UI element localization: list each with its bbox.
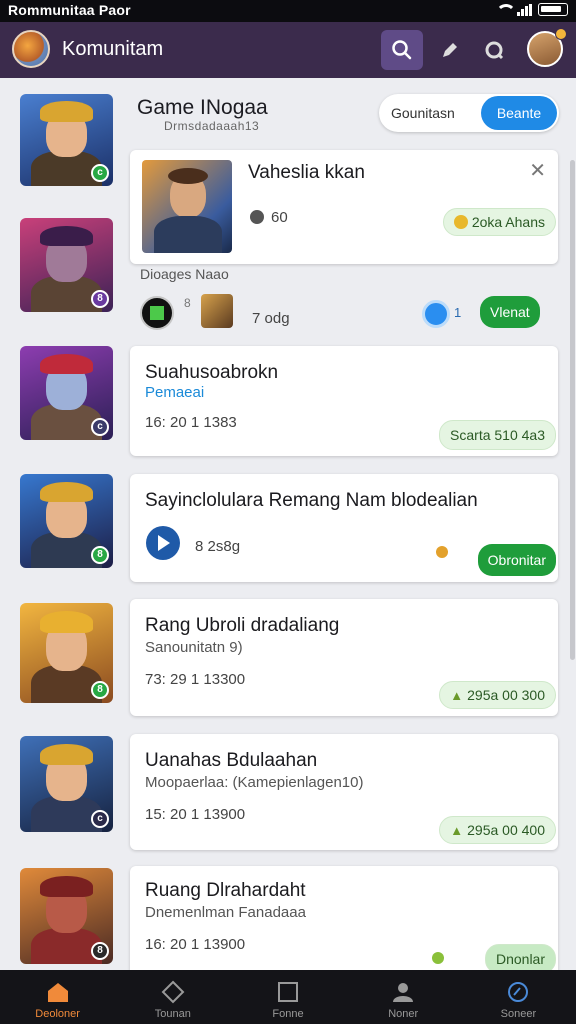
card-sub: Moopaerlaa: (Kamepienlagen10)	[145, 774, 364, 791]
app-header: Komunitam	[0, 22, 576, 78]
search-button[interactable]	[381, 30, 423, 70]
card-title: Suahusoabrokn	[145, 362, 279, 383]
hero-thumb[interactable]: c	[20, 346, 113, 440]
card-title: Uanahas Bdulaahan	[145, 750, 318, 771]
separator: 8	[184, 296, 191, 310]
card-meta: 15: 20 1 13900	[145, 806, 246, 823]
nav-item-tournament[interactable]: Tounan	[115, 970, 230, 1024]
card-title: Sayinclolulara Remang Nam blodealian	[145, 490, 478, 511]
share-count: 1	[454, 305, 462, 320]
share-icon[interactable]	[422, 300, 450, 328]
coin-icon	[453, 215, 468, 229]
reward-pill: 2oka Ahans	[442, 208, 556, 236]
chat-button[interactable]	[473, 30, 515, 70]
status-title: Rommunitaa Paor	[8, 2, 131, 18]
list-card[interactable]: Uanahas Bdulaahan Moopaerlaa: (Kamepienl…	[130, 734, 558, 850]
card-meta: 73: 29 1 13300	[145, 671, 246, 688]
signal-icon	[517, 3, 532, 16]
profile-icon	[393, 983, 414, 1002]
trend-icon: ▲	[450, 822, 464, 838]
scrollbar[interactable]	[570, 160, 575, 660]
play-icon[interactable]	[146, 526, 180, 560]
battery-icon	[538, 3, 568, 16]
tab-active[interactable]: Beante	[481, 96, 557, 130]
hero-thumb[interactable]: 8	[20, 868, 113, 964]
pen-icon	[443, 43, 457, 57]
close-icon[interactable]: ✕	[529, 158, 546, 183]
reward-pill: ▲ 295a 00 300	[439, 681, 556, 709]
reward-pill: Scarta 510 4a3	[439, 420, 556, 450]
music-icon	[436, 546, 448, 558]
trend-icon: ▲	[450, 687, 464, 703]
app-logo[interactable]	[12, 30, 50, 68]
card-meta: 8 2s8g	[195, 538, 241, 555]
music-icon	[432, 952, 444, 964]
list-card[interactable]: Ruang Dlrahardaht Dnemenlman Fanadaaa 16…	[130, 866, 558, 976]
bottom-nav: Deoloner Tounan Fonne Noner Soneer	[0, 970, 576, 1024]
hero-badge: 8	[91, 546, 109, 564]
compose-button[interactable]	[429, 30, 471, 70]
hero-thumb[interactable]: 8	[20, 603, 113, 703]
row-count: 7 odg	[252, 310, 290, 327]
card-sub: Sanounitatn 9)	[145, 639, 243, 656]
hero-badge: 8	[91, 290, 109, 308]
app-title: Komunitam	[62, 38, 164, 60]
hero-badge: c	[91, 164, 109, 182]
status-bar: Rommunitaa Paor	[0, 0, 576, 22]
compass-icon	[508, 982, 529, 1002]
hero-thumb[interactable]: c	[20, 94, 113, 186]
hero-badge: c	[91, 810, 109, 828]
tab-inactive[interactable]: Gounitasn	[391, 105, 455, 121]
card-title: Rang Ubroli dradaliang	[145, 615, 340, 636]
row-label: Dioages Naao	[140, 266, 229, 282]
hero-thumb[interactable]: c	[20, 736, 113, 832]
hero-badge: c	[91, 418, 109, 436]
section-subtitle: Drmsdadaaah13	[164, 119, 260, 133]
view-icon	[250, 210, 264, 224]
search-icon	[392, 40, 412, 60]
hero-mini-avatar[interactable]	[201, 294, 233, 328]
square-icon	[278, 982, 298, 1002]
nav-item-profile[interactable]: Noner	[346, 970, 461, 1024]
nav-item-home[interactable]: Deoloner	[0, 970, 115, 1024]
list-card[interactable]: Suahusoabrokn Pemaeai 16: 20 1 1383 Scar…	[130, 346, 558, 456]
card-title: Ruang Dlrahardaht	[145, 880, 306, 901]
reward-pill: ▲ 295a 00 400	[439, 816, 556, 844]
list-card[interactable]: Rang Ubroli dradaliang Sanounitatn 9) 73…	[130, 599, 558, 716]
card-meta: 16: 20 1 1383	[145, 414, 237, 431]
action-button[interactable]: Obronitar	[477, 544, 556, 576]
filter-tabs: Gounitasn Beante	[379, 94, 559, 132]
hero-thumb[interactable]: 8	[20, 218, 113, 312]
hero-badge: 8	[91, 681, 109, 699]
wifi-icon	[495, 3, 516, 16]
card-title: Vaheslia kkan	[248, 162, 365, 183]
hero-thumb[interactable]: 8	[20, 474, 113, 568]
section-title: Game INogaa	[137, 96, 268, 119]
game-icon[interactable]	[140, 296, 174, 330]
card-sub: Pemaeai	[145, 384, 205, 401]
hero-badge: 8	[91, 942, 109, 960]
nav-item-forum[interactable]: Fonne	[230, 970, 345, 1024]
diamond-icon	[161, 980, 185, 1004]
card-count: 60	[271, 209, 288, 226]
featured-card[interactable]: Vaheslia kkan 60 ✕ 2oka Ahans	[130, 150, 558, 264]
list-card[interactable]: Sayinclolulara Remang Nam blodealian 8 2…	[130, 474, 558, 582]
featured-image	[142, 160, 232, 253]
chat-icon	[485, 41, 504, 60]
notification-badge	[555, 28, 567, 40]
view-button[interactable]: Vlenat	[480, 296, 540, 328]
card-meta: 16: 20 1 13900	[145, 936, 246, 953]
home-icon	[47, 983, 68, 1002]
card-sub: Dnemenlman Fanadaaa	[145, 904, 306, 921]
nav-item-settings[interactable]: Soneer	[461, 970, 576, 1024]
